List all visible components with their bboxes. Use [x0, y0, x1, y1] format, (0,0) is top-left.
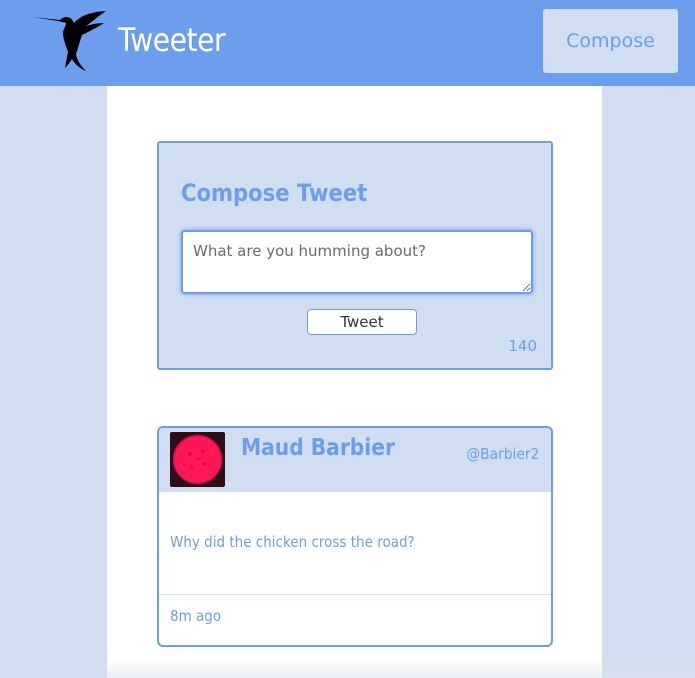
user-name: Maud Barbier [241, 435, 395, 461]
compose-button[interactable]: Compose [543, 9, 678, 73]
character-counter: 140 [508, 337, 537, 355]
tweet-input[interactable] [181, 230, 533, 294]
brand-title: Tweeter [118, 21, 226, 59]
navbar: Tweeter Compose [0, 0, 695, 86]
tweet-divider [159, 594, 551, 595]
tweet-text: Why did the chicken cross the road? [170, 533, 415, 551]
tweet-header: Maud Barbier @Barbier2 [159, 428, 551, 492]
hummingbird-icon [32, 11, 106, 71]
tweet-timestamp: 8m ago [170, 607, 222, 625]
compose-tweet-form: Compose Tweet Tweet 140 [157, 141, 553, 370]
tweet-card: Maud Barbier @Barbier2 Why did the chick… [157, 426, 553, 647]
user-handle: @Barbier2 [466, 445, 539, 463]
compose-title: Compose Tweet [181, 179, 368, 207]
avatar [170, 432, 225, 487]
tweet-button[interactable]: Tweet [307, 309, 417, 335]
avatar-image [172, 434, 223, 485]
